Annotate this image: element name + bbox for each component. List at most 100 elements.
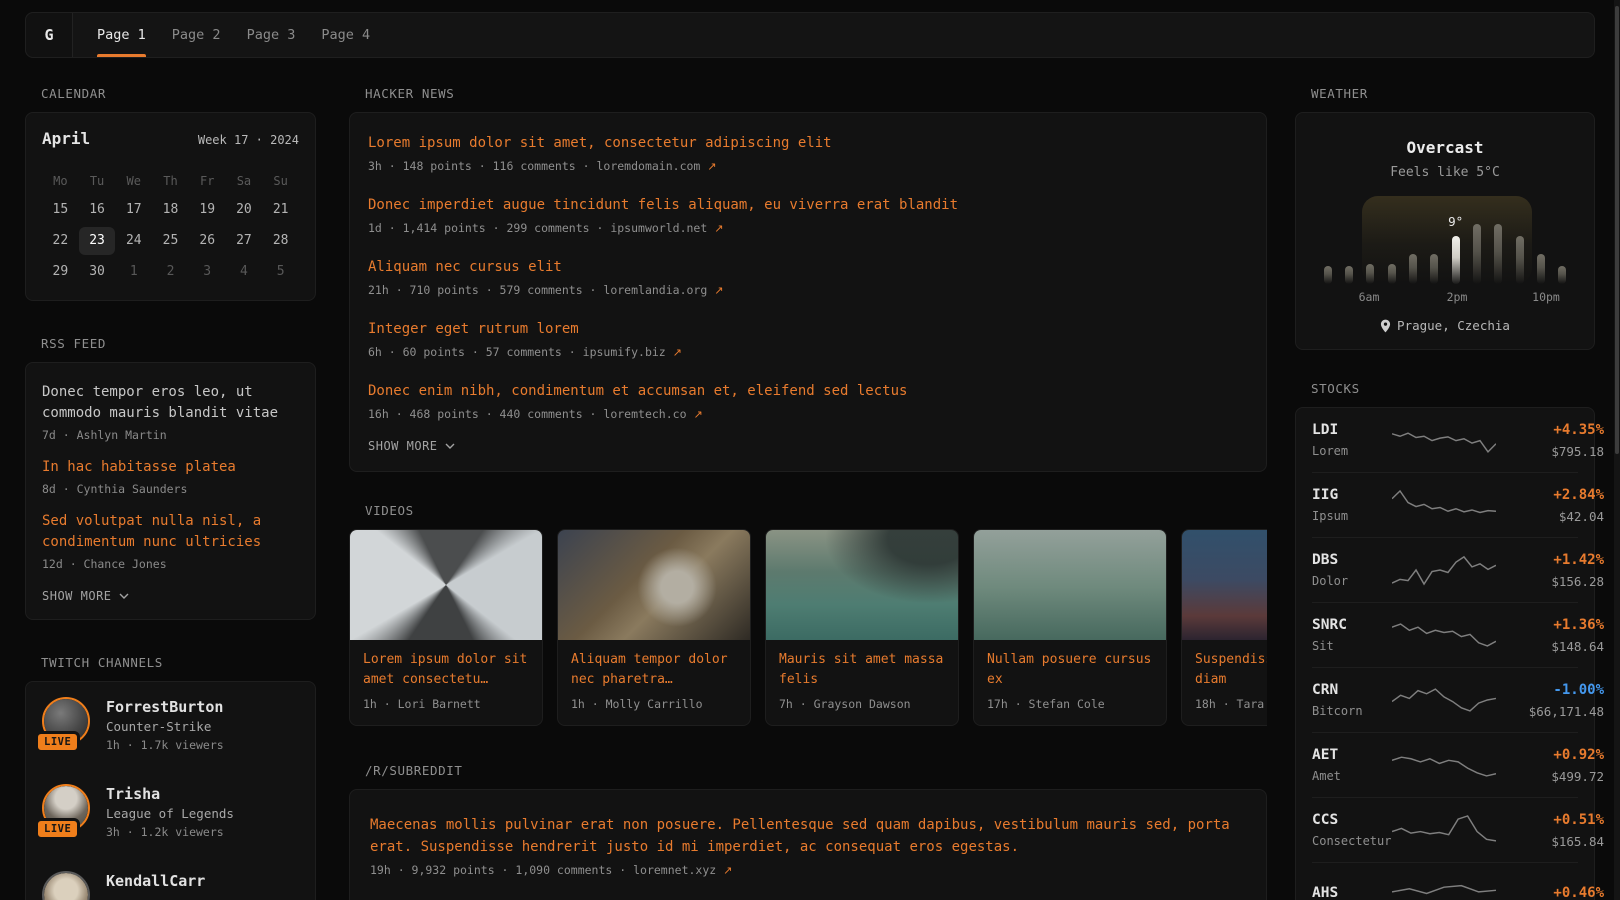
rss-item-title[interactable]: Sed volutpat nulla nisl, a condimentum n…: [42, 511, 299, 553]
hn-story-domain-link[interactable]: loremtech.co: [603, 407, 686, 421]
calendar-day: 16: [79, 196, 116, 224]
video-title[interactable]: Lorem ipsum dolor sit amet consectetu…: [363, 650, 529, 690]
twitch-channels-widget: LIVE ForrestBurton Counter-Strike 1h · 1…: [25, 681, 316, 900]
calendar-day-next-month: 2: [152, 258, 189, 286]
stock-row-ccs[interactable]: CCS Consectetur +0.51% $165.84: [1312, 797, 1578, 862]
stock-ticker: IIG: [1312, 486, 1392, 505]
stock-row-ldi[interactable]: LDI Lorem +4.35% $795.18: [1312, 408, 1578, 472]
weather-hourly-chart: 9°: [1317, 196, 1573, 284]
tab-page-1[interactable]: Page 1: [97, 13, 146, 57]
app-logo[interactable]: G: [26, 13, 73, 57]
tab-page-2[interactable]: Page 2: [172, 13, 221, 57]
video-meta: 1h · Molly Carrillo: [571, 697, 737, 711]
hn-story-title[interactable]: Donec enim nibh, condimentum et accumsan…: [368, 381, 1248, 402]
tab-page-3[interactable]: Page 3: [247, 13, 296, 57]
hn-story-title[interactable]: Integer eget rutrum lorem: [368, 319, 1248, 340]
rss-show-more-button[interactable]: SHOW MORE: [42, 589, 299, 603]
weather-bar: [1516, 236, 1524, 284]
external-link-icon: ↗: [714, 284, 723, 297]
day-header: Th: [152, 169, 189, 193]
rss-item-title[interactable]: In hac habitasse platea: [42, 457, 299, 478]
hn-meta-text: 16h · 468 points · 440 comments ·: [368, 407, 603, 421]
hn-story-title[interactable]: Aliquam nec cursus elit: [368, 257, 1248, 278]
stock-change: +2.84%: [1496, 486, 1604, 505]
video-card[interactable]: Lorem ipsum dolor sit amet consectetu… 1…: [349, 529, 543, 726]
video-meta: 18h · Tara: [1195, 697, 1267, 711]
avatar: LIVE: [42, 784, 90, 832]
video-title[interactable]: Aliquam tempor dolor nec pharetra…: [571, 650, 737, 690]
calendar-day: 29: [42, 258, 79, 286]
rss-item-title[interactable]: Donec tempor eros leo, ut commodo mauris…: [42, 382, 299, 424]
calendar-section-title: CALENDAR: [25, 85, 316, 103]
video-title[interactable]: Mauris sit amet massa felis: [779, 650, 945, 690]
videos-row: Lorem ipsum dolor sit amet consectetu… 1…: [349, 529, 1267, 726]
weather-bar: [1430, 254, 1438, 284]
top-nav: G Page 1 Page 2 Page 3 Page 4: [25, 12, 1595, 58]
channel-game: Counter-Strike: [106, 717, 224, 736]
stock-row-ahs[interactable]: AHS +0.46%: [1312, 862, 1578, 900]
hn-story-domain-link[interactable]: loremdomain.com: [596, 159, 700, 173]
stock-row-aet[interactable]: AET Amet +0.92% $499.72: [1312, 732, 1578, 797]
scrollbar-thumb[interactable]: [1615, 6, 1619, 454]
stock-ticker: CRN: [1312, 681, 1392, 700]
reddit-post-domain-link[interactable]: loremnet.xyz: [633, 863, 716, 877]
stock-row-iig[interactable]: IIG Ipsum +2.84% $42.04: [1312, 472, 1578, 537]
video-card[interactable]: Mauris sit amet massa felis 7h · Grayson…: [765, 529, 959, 726]
weather-bar: [1388, 264, 1396, 284]
hn-story-title[interactable]: Donec imperdiet augue tincidunt felis al…: [368, 195, 1248, 216]
video-card-clipped[interactable]: Suspendisse diam 18h · Tara: [1181, 529, 1267, 726]
stock-sparkline: [1392, 876, 1496, 900]
channel-name: ForrestBurton: [106, 697, 224, 717]
calendar-day-next-month: 4: [226, 258, 263, 286]
video-card[interactable]: Nullam posuere cursus ex 17h · Stefan Co…: [973, 529, 1167, 726]
video-title[interactable]: Nullam posuere cursus ex: [987, 650, 1153, 690]
weather-location-text: Prague, Czechia: [1397, 318, 1510, 333]
external-link-icon: ↗: [723, 864, 732, 877]
hn-story-meta: 6h · 60 points · 57 comments · ipsumify.…: [368, 344, 1248, 361]
day-header: Tu: [79, 169, 116, 193]
weather-section-title: WEATHER: [1295, 85, 1595, 103]
stock-row-crn[interactable]: CRN Bitcorn -1.00% $66,171.48: [1312, 667, 1578, 732]
stock-ticker: LDI: [1312, 421, 1392, 440]
stock-name: Ipsum: [1312, 508, 1392, 525]
weather-time-label: 2pm: [1447, 290, 1468, 304]
hn-show-more-button[interactable]: SHOW MORE: [368, 439, 1248, 453]
rss-item: Donec tempor eros leo, ut commodo mauris…: [42, 382, 299, 444]
video-meta: 17h · Stefan Cole: [987, 697, 1153, 711]
twitch-channel-forrestburton[interactable]: LIVE ForrestBurton Counter-Strike 1h · 1…: [42, 697, 299, 754]
stock-sparkline: [1392, 486, 1496, 524]
hn-story-domain-link[interactable]: loremlandia.org: [603, 283, 707, 297]
video-meta: 1h · Lori Barnett: [363, 697, 529, 711]
live-badge: LIVE: [35, 818, 80, 840]
rss-show-more-label: SHOW MORE: [42, 589, 112, 603]
hn-show-more-label: SHOW MORE: [368, 439, 438, 453]
calendar-grid: Mo Tu We Th Fr Sa Su 15 16 17 18 19 20 2…: [42, 169, 299, 286]
reddit-post-title[interactable]: Maecenas mollis pulvinar erat non posuer…: [370, 814, 1230, 858]
weather-bar-current: [1452, 236, 1460, 284]
nav-tabs: Page 1 Page 2 Page 3 Page 4: [73, 13, 370, 57]
hn-story-domain-link[interactable]: ipsumify.biz: [583, 345, 666, 359]
video-thumbnail: [1182, 530, 1267, 640]
video-thumbnail: [974, 530, 1166, 640]
hn-story-title[interactable]: Lorem ipsum dolor sit amet, consectetur …: [368, 133, 1248, 154]
weather-time-label: 6am: [1359, 290, 1380, 304]
rss-item-meta: 12d · Chance Jones: [42, 556, 299, 573]
stock-name: Sit: [1312, 638, 1392, 655]
stock-row-snrc[interactable]: SNRC Sit +1.36% $148.64: [1312, 602, 1578, 667]
twitch-channel-trisha[interactable]: LIVE Trisha League of Legends 3h · 1.2k …: [42, 784, 299, 841]
hn-story-meta: 1d · 1,414 points · 299 comments · ipsum…: [368, 220, 1248, 237]
rss-feed-widget: Donec tempor eros leo, ut commodo mauris…: [25, 362, 316, 620]
tab-page-4[interactable]: Page 4: [321, 13, 370, 57]
stock-sparkline: [1392, 616, 1496, 654]
weather-bar: [1494, 224, 1502, 284]
video-title[interactable]: Suspendisse diam: [1195, 650, 1265, 690]
hn-story-domain-link[interactable]: ipsumworld.net: [610, 221, 707, 235]
twitch-channel-kendallcarr[interactable]: KendallCarr: [42, 871, 299, 900]
video-card[interactable]: Aliquam tempor dolor nec pharetra… 1h · …: [557, 529, 751, 726]
stock-change: +1.42%: [1496, 551, 1604, 570]
rss-item: In hac habitasse platea 8d · Cynthia Sau…: [42, 457, 299, 498]
stock-row-dbs[interactable]: DBS Dolor +1.42% $156.28: [1312, 537, 1578, 602]
subreddit-section-title: /R/SUBREDDIT: [349, 762, 1267, 780]
rss-item-meta: 7d · Ashlyn Martin: [42, 427, 299, 444]
calendar-day: 22: [42, 227, 79, 255]
